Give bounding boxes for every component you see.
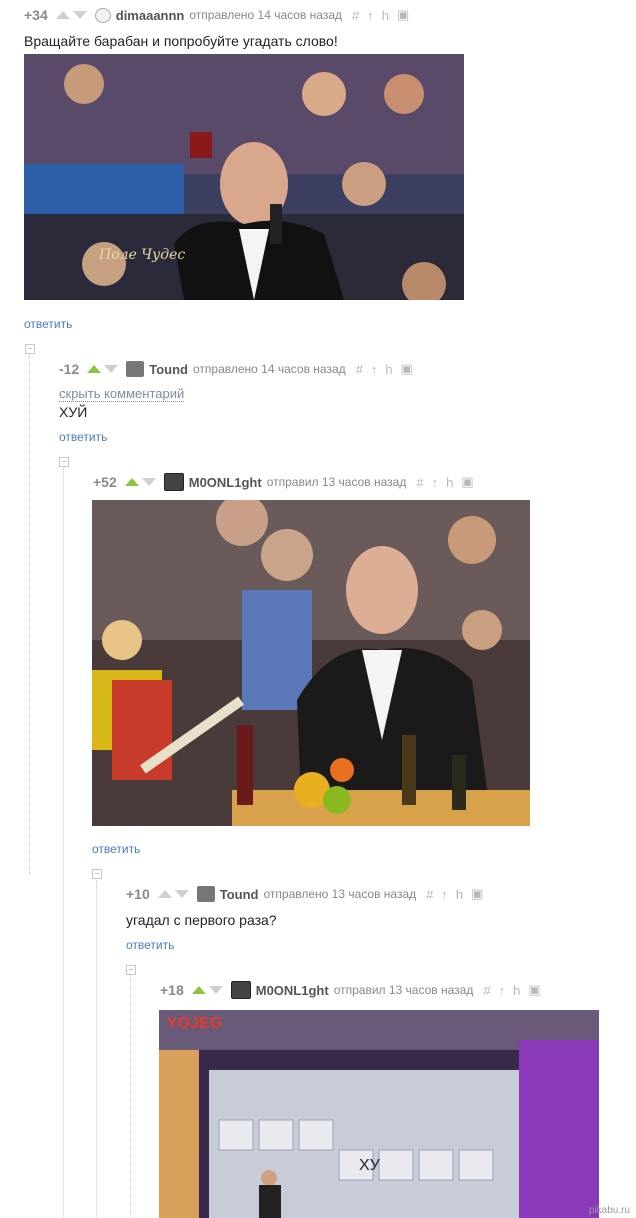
parent-icon[interactable]: ↑	[367, 8, 374, 23]
avatar[interactable]	[163, 473, 184, 491]
comment-text: ХУЙ	[59, 404, 88, 420]
upvote-icon[interactable]	[87, 365, 102, 373]
comment-image[interactable]: Поле Чудес	[24, 54, 464, 300]
timestamp: отправлено 13 часов назад	[263, 887, 417, 901]
branch-icon[interactable]: h	[382, 8, 389, 23]
reply-link[interactable]: ответить	[126, 938, 174, 952]
rating: +34	[24, 7, 48, 23]
downvote-icon[interactable]	[72, 11, 87, 19]
logo-text: Поле Чудес	[98, 247, 185, 263]
downvote-icon[interactable]	[141, 478, 156, 486]
comment-header: +34 dimaaannn отправлено 14 часов назад …	[24, 6, 417, 24]
comment-header: +52 M0ONL1ght отправил 13 часов назад # …	[93, 473, 482, 491]
board-title: YOJEG	[167, 1015, 222, 1032]
save-icon[interactable]: ▣	[471, 886, 483, 902]
upvote-icon[interactable]	[55, 11, 70, 19]
collapse-toggle[interactable]: −	[25, 344, 35, 354]
link-icon[interactable]: #	[483, 983, 490, 998]
comment-header: +10 Tound отправлено 13 часов назад # ↑ …	[126, 885, 491, 903]
upvote-icon[interactable]	[124, 478, 139, 486]
username[interactable]: dimaaannn	[116, 8, 185, 23]
rating: +10	[126, 886, 150, 902]
reply-link[interactable]: ответить	[92, 842, 140, 856]
upvote-icon[interactable]	[157, 890, 172, 898]
avatar[interactable]	[230, 981, 251, 999]
reply-link[interactable]: ответить	[24, 317, 72, 331]
collapse-toggle[interactable]: −	[126, 965, 136, 975]
comment-image[interactable]: ХУ YOJEG	[159, 1010, 599, 1218]
comment-text: угадал с первого раза?	[126, 912, 277, 928]
timestamp: отправил 13 часов назад	[333, 983, 474, 997]
reply-link[interactable]: ответить	[59, 430, 107, 444]
parent-icon[interactable]: ↑	[432, 475, 439, 490]
tv-host-image: Поле Чудес	[24, 54, 464, 300]
thread-line	[29, 355, 30, 875]
thread-line	[96, 880, 97, 1218]
username[interactable]: M0ONL1ght	[256, 983, 329, 998]
parent-icon[interactable]: ↑	[371, 362, 378, 377]
downvote-icon[interactable]	[104, 365, 119, 373]
rating: +18	[160, 982, 184, 998]
thread-line	[130, 975, 131, 1218]
downvote-icon[interactable]	[208, 986, 223, 994]
timestamp: отправлено 14 часов назад	[189, 8, 343, 22]
branch-icon[interactable]: h	[456, 887, 463, 902]
username[interactable]: Tound	[220, 887, 259, 902]
username[interactable]: Tound	[149, 362, 188, 377]
avatar[interactable]	[126, 361, 145, 377]
rating: -12	[59, 361, 80, 377]
collapse-toggle[interactable]: −	[59, 457, 69, 467]
board-letters: ХУ	[359, 1157, 381, 1174]
thread-line	[63, 468, 64, 1218]
comment-header: -12 Tound отправлено 14 часов назад # ↑ …	[59, 360, 421, 378]
username[interactable]: M0ONL1ght	[189, 475, 262, 490]
comment-text: Вращайте барабан и попробуйте угадать сл…	[24, 33, 338, 49]
parent-icon[interactable]: ↑	[441, 887, 448, 902]
site-watermark: pikabu.ru	[588, 1205, 630, 1216]
save-icon[interactable]: ▣	[397, 7, 409, 23]
comment-header: +18 M0ONL1ght отправил 13 часов назад # …	[160, 981, 549, 999]
branch-icon[interactable]: h	[446, 475, 453, 490]
link-icon[interactable]: #	[352, 8, 359, 23]
link-icon[interactable]: #	[426, 887, 433, 902]
save-icon[interactable]: ▣	[461, 474, 473, 490]
timestamp: отправлено 14 часов назад	[192, 362, 346, 376]
rating: +52	[93, 474, 117, 490]
branch-icon[interactable]: h	[513, 983, 520, 998]
word-board-image: ХУ YOJEG	[159, 1010, 599, 1218]
avatar[interactable]	[196, 886, 215, 902]
save-icon[interactable]: ▣	[401, 361, 413, 377]
upvote-icon[interactable]	[191, 986, 206, 994]
avatar[interactable]	[94, 7, 111, 23]
link-icon[interactable]: #	[416, 475, 423, 490]
link-icon[interactable]: #	[356, 362, 363, 377]
parent-icon[interactable]: ↑	[499, 983, 506, 998]
tv-host-table-image	[92, 500, 530, 826]
comment-image[interactable]	[92, 500, 530, 826]
timestamp: отправил 13 часов назад	[266, 475, 407, 489]
downvote-icon[interactable]	[174, 890, 189, 898]
hide-comment-link[interactable]: скрыть комментарий	[59, 386, 185, 402]
branch-icon[interactable]: h	[385, 362, 392, 377]
save-icon[interactable]: ▣	[528, 982, 540, 998]
collapse-toggle[interactable]: −	[92, 869, 102, 879]
